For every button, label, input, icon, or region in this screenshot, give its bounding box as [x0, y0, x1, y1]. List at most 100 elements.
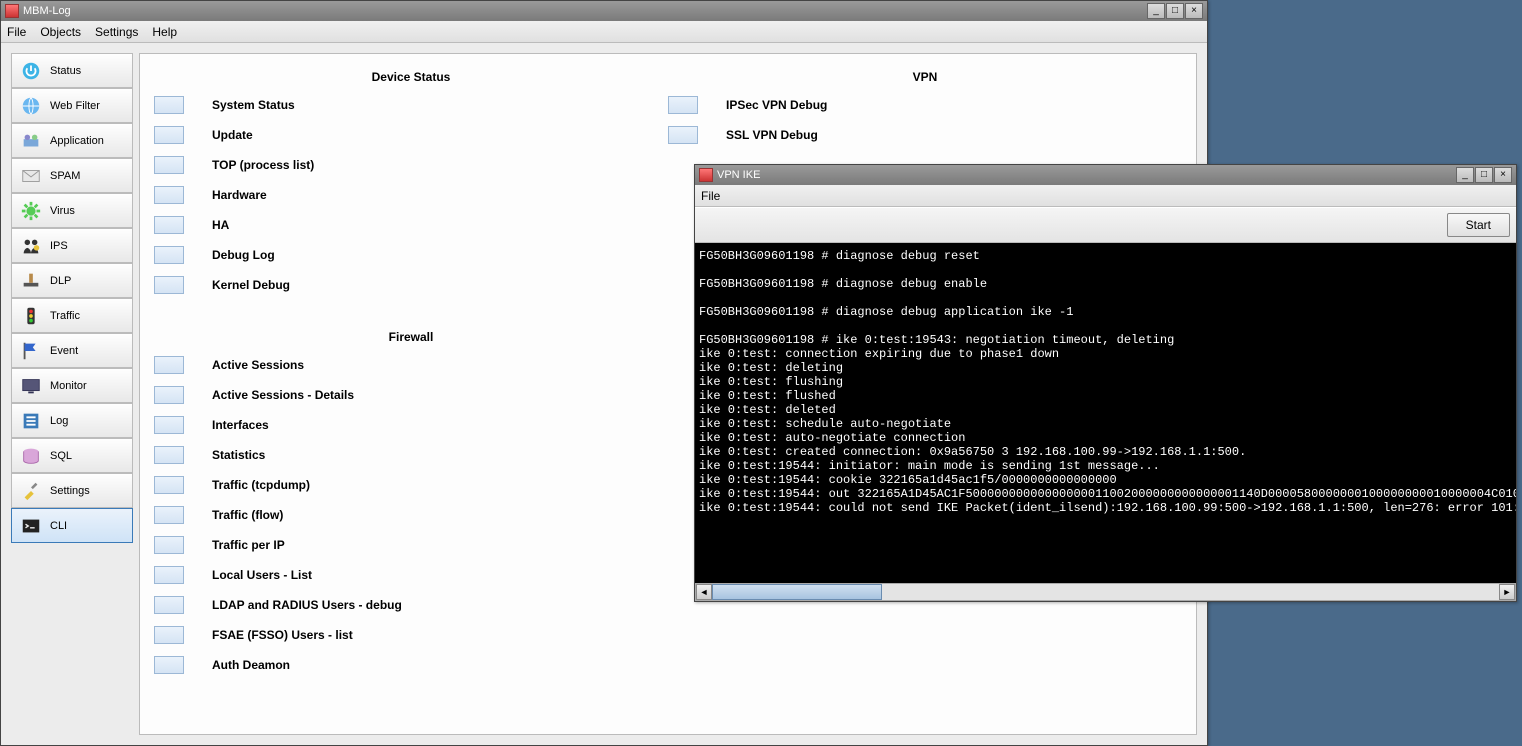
sidebar-item-virus[interactable]: Virus [11, 193, 133, 228]
item-button[interactable] [668, 96, 698, 114]
item-row: Auth Deamon [154, 656, 668, 674]
item-label: Traffic per IP [212, 538, 285, 552]
item-row: Statistics [154, 446, 668, 464]
item-row: SSL VPN Debug [668, 126, 1182, 144]
ike-minimize-button[interactable]: _ [1456, 167, 1474, 183]
item-button[interactable] [154, 566, 184, 584]
people-icon [18, 235, 44, 257]
close-button[interactable]: × [1185, 3, 1203, 19]
item-button[interactable] [154, 656, 184, 674]
item-button[interactable] [154, 356, 184, 374]
sidebar-item-web-filter[interactable]: Web Filter [11, 88, 133, 123]
maximize-button[interactable]: □ [1166, 3, 1184, 19]
sidebar: Status Web Filter Application SPAM Virus IPSD… [11, 53, 133, 735]
scroll-thumb[interactable] [712, 584, 882, 600]
sidebar-item-label: Web Filter [50, 100, 100, 112]
item-button[interactable] [154, 186, 184, 204]
item-button[interactable] [154, 156, 184, 174]
horizontal-scrollbar[interactable]: ◄ ► [695, 583, 1516, 601]
sidebar-item-label: SPAM [50, 170, 80, 182]
ike-menu-file[interactable]: File [701, 189, 720, 203]
cli-icon [18, 515, 44, 537]
ike-menubar: File [695, 185, 1516, 207]
ike-toolbar: Start [695, 207, 1516, 243]
item-row: LDAP and RADIUS Users - debug [154, 596, 668, 614]
sidebar-item-monitor[interactable]: Monitor [11, 368, 133, 403]
item-label: LDAP and RADIUS Users - debug [212, 598, 402, 612]
item-label: Traffic (flow) [212, 508, 283, 522]
main-titlebar[interactable]: MBM-Log _ □ × [1, 1, 1207, 21]
item-button[interactable] [154, 416, 184, 434]
item-row: Traffic (tcpdump) [154, 476, 668, 494]
item-button[interactable] [154, 96, 184, 114]
start-button[interactable]: Start [1447, 213, 1510, 237]
scroll-left-arrow[interactable]: ◄ [696, 584, 712, 600]
item-label: Active Sessions - Details [212, 388, 354, 402]
menu-settings[interactable]: Settings [95, 25, 138, 39]
scroll-right-arrow[interactable]: ► [1499, 584, 1515, 600]
section-header: Firewall [154, 326, 668, 356]
sidebar-item-sql[interactable]: SQL [11, 438, 133, 473]
item-button[interactable] [154, 536, 184, 554]
menu-file[interactable]: File [7, 25, 26, 39]
sidebar-item-cli[interactable]: CLI [11, 508, 133, 543]
item-label: TOP (process list) [212, 158, 314, 172]
item-label: Local Users - List [212, 568, 312, 582]
item-label: Hardware [212, 188, 267, 202]
item-button[interactable] [154, 506, 184, 524]
item-button[interactable] [154, 386, 184, 404]
mail-icon [18, 165, 44, 187]
item-row: Traffic (flow) [154, 506, 668, 524]
item-row: FSAE (FSSO) Users - list [154, 626, 668, 644]
monitor-icon [18, 375, 44, 397]
item-row: Active Sessions [154, 356, 668, 374]
item-row: Local Users - List [154, 566, 668, 584]
item-button[interactable] [154, 126, 184, 144]
app-icon [5, 4, 19, 18]
sidebar-item-traffic[interactable]: Traffic [11, 298, 133, 333]
sidebar-item-ips[interactable]: IPS [11, 228, 133, 263]
item-label: Debug Log [212, 248, 275, 262]
sidebar-item-label: CLI [50, 520, 67, 532]
item-label: Traffic (tcpdump) [212, 478, 310, 492]
sidebar-item-settings[interactable]: Settings [11, 473, 133, 508]
sidebar-item-event[interactable]: Event [11, 333, 133, 368]
item-button[interactable] [154, 626, 184, 644]
sidebar-item-label: Monitor [50, 380, 87, 392]
item-button[interactable] [154, 246, 184, 264]
item-button[interactable] [154, 276, 184, 294]
sidebar-item-label: Traffic [50, 310, 80, 322]
sidebar-item-label: Application [50, 135, 104, 147]
item-label: Update [212, 128, 253, 142]
globe-icon [18, 95, 44, 117]
item-button[interactable] [154, 476, 184, 494]
app-icon [18, 130, 44, 152]
sidebar-item-spam[interactable]: SPAM [11, 158, 133, 193]
sidebar-item-label: Virus [50, 205, 75, 217]
sidebar-item-log[interactable]: Log [11, 403, 133, 438]
item-row: TOP (process list) [154, 156, 668, 174]
ike-maximize-button[interactable]: □ [1475, 167, 1493, 183]
item-row: Update [154, 126, 668, 144]
minimize-button[interactable]: _ [1147, 3, 1165, 19]
terminal-output[interactable]: FG50BH3G09601198 # diagnose debug reset … [695, 243, 1516, 583]
hammer-icon [18, 270, 44, 292]
item-row: HA [154, 216, 668, 234]
item-label: Interfaces [212, 418, 269, 432]
sidebar-item-dlp[interactable]: DLP [11, 263, 133, 298]
sidebar-item-status[interactable]: Status [11, 53, 133, 88]
ike-close-button[interactable]: × [1494, 167, 1512, 183]
item-button[interactable] [154, 446, 184, 464]
item-button[interactable] [154, 216, 184, 234]
ike-titlebar[interactable]: VPN IKE _ □ × [695, 165, 1516, 185]
sidebar-item-application[interactable]: Application [11, 123, 133, 158]
menu-help[interactable]: Help [152, 25, 177, 39]
menu-objects[interactable]: Objects [40, 25, 81, 39]
item-row: Hardware [154, 186, 668, 204]
power-icon [18, 60, 44, 82]
section-header: Device Status [154, 66, 668, 96]
item-button[interactable] [668, 126, 698, 144]
scroll-track[interactable] [712, 584, 1499, 600]
item-button[interactable] [154, 596, 184, 614]
item-row: Interfaces [154, 416, 668, 434]
